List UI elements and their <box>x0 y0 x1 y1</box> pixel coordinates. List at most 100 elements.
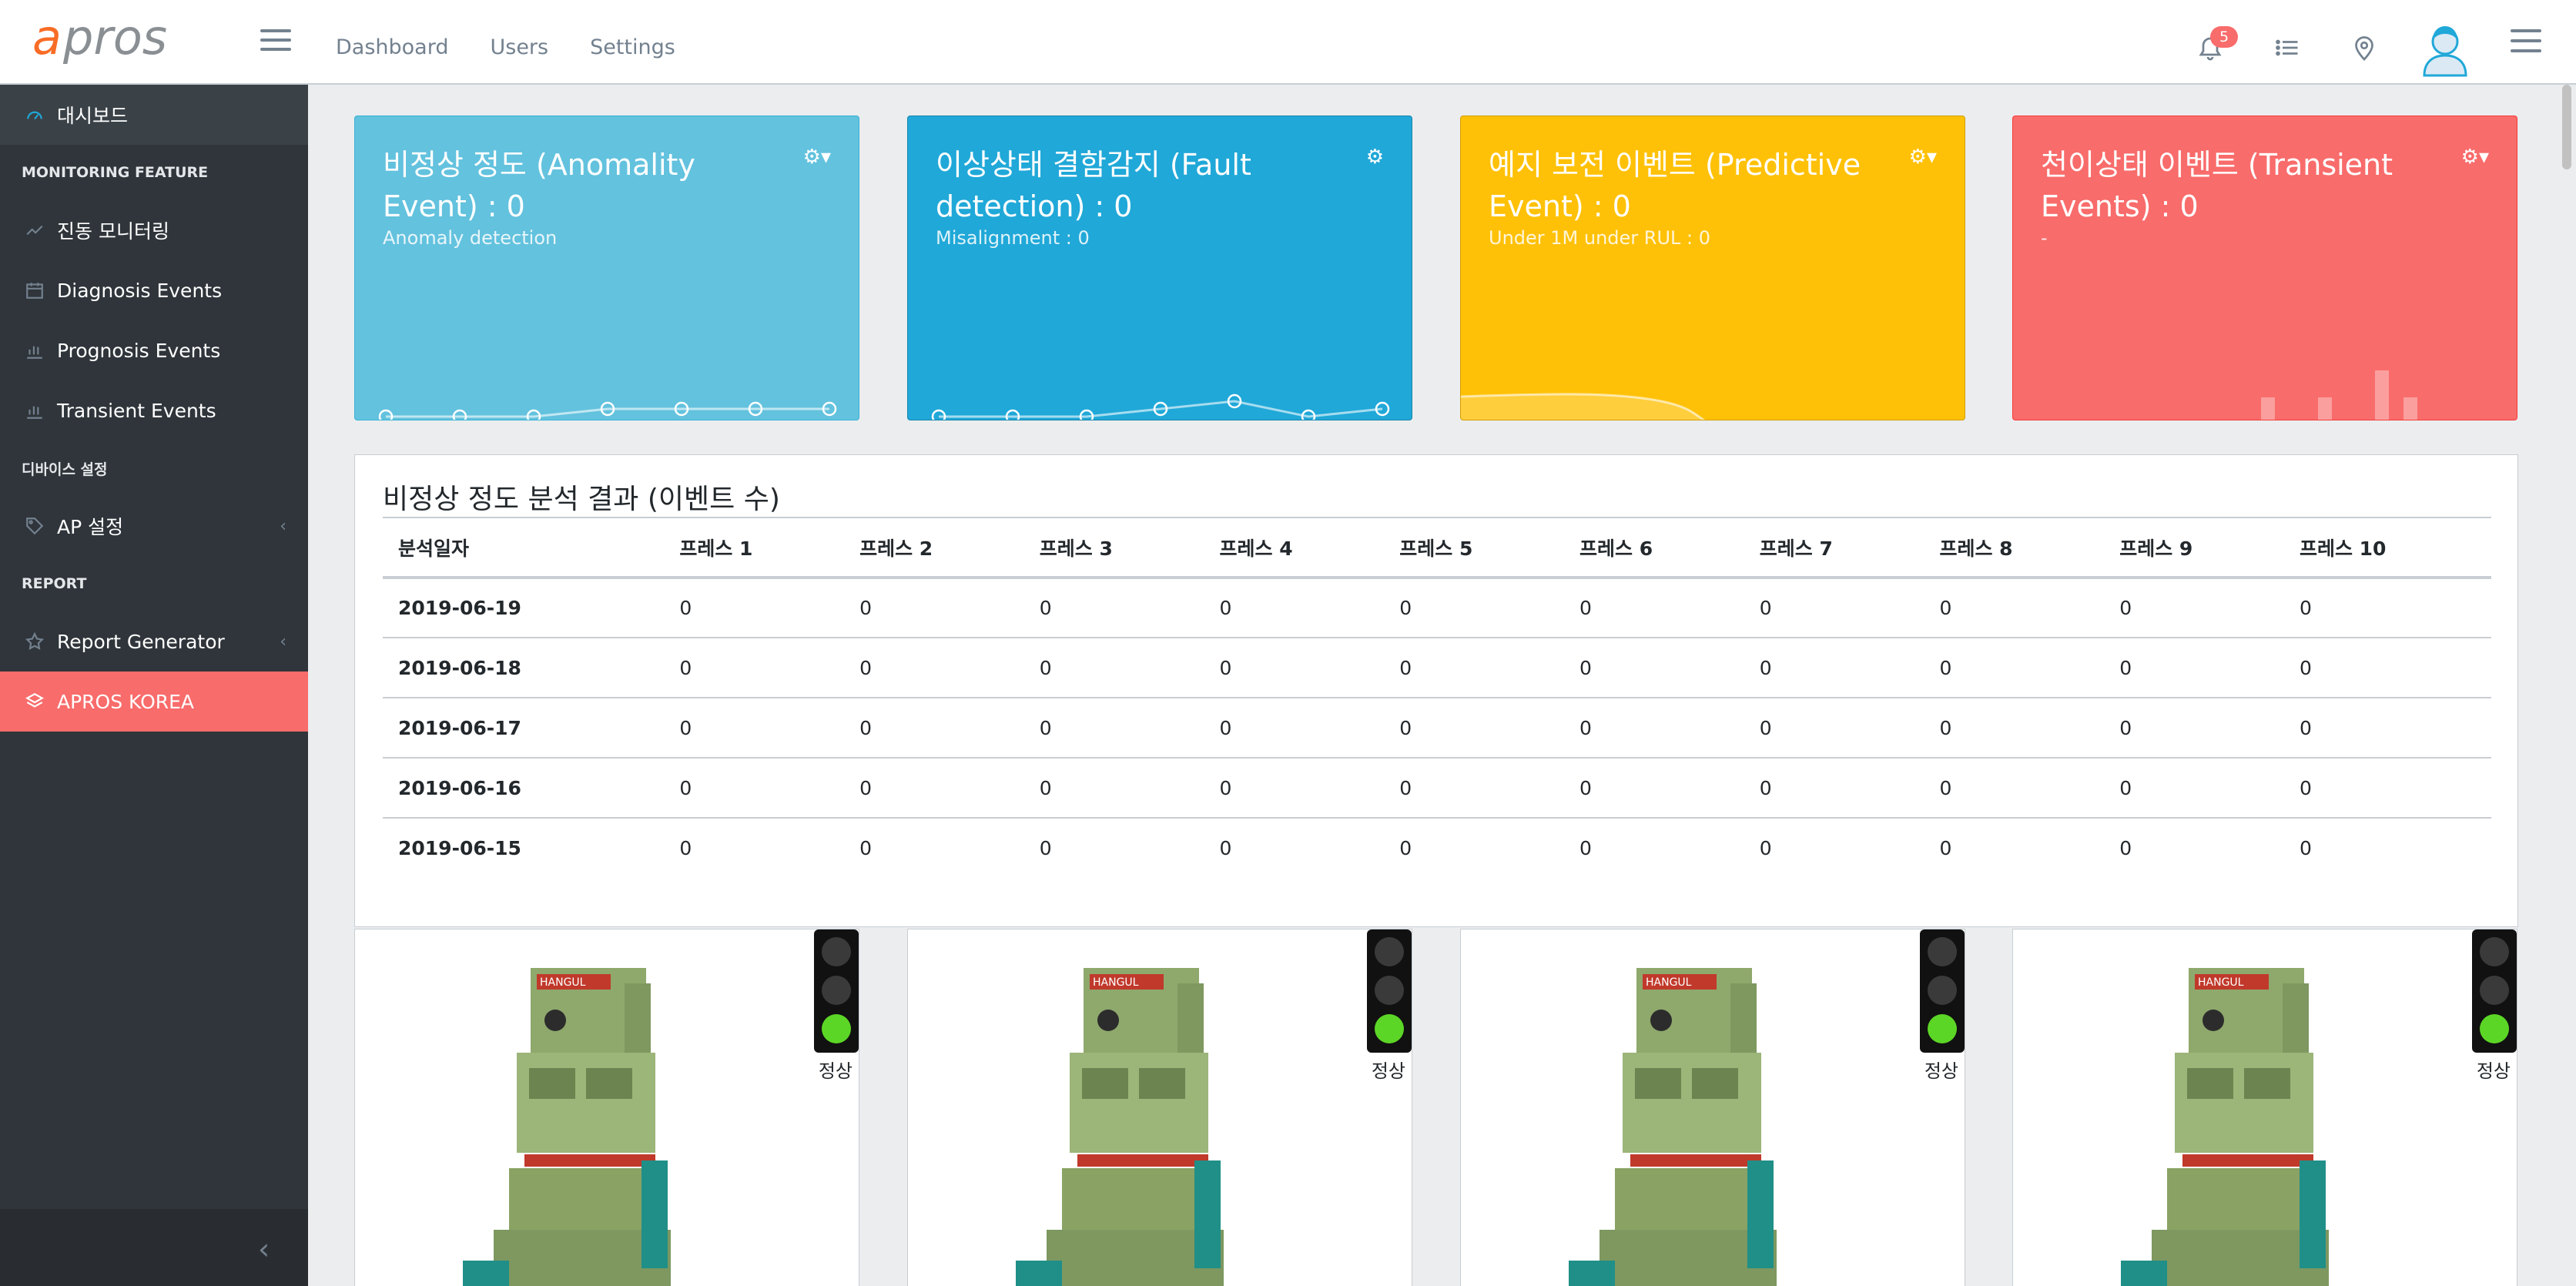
date-cell: 2019-06-19 <box>383 577 665 638</box>
event-count-cell: 0 <box>1384 637 1564 698</box>
event-count-cell: 0 <box>2104 577 2284 638</box>
event-count-cell: 0 <box>664 817 845 878</box>
event-count-cell: 0 <box>1023 697 1204 758</box>
table-header-cell: 프레스 5 <box>1384 517 1564 579</box>
sidebar-item-dashboard[interactable]: 대시보드 <box>0 85 308 145</box>
sidebar-item-prognosis-events[interactable]: Prognosis Events <box>0 320 308 380</box>
sidebar-item-apros-korea[interactable]: APROS KOREA <box>0 671 308 732</box>
sidebar-item-vibration-monitoring[interactable]: 진동 모니터링 <box>0 200 308 260</box>
date-cell: 2019-06-16 <box>383 757 665 818</box>
event-count-cell: 0 <box>2283 757 2491 818</box>
transient-event-card: 천이상태 이벤트 (Transient Events) : 0 - ⚙▾ <box>2012 116 2517 420</box>
card-subtitle: - <box>2041 227 2048 249</box>
event-count-cell: 0 <box>664 637 845 698</box>
svg-text:HANGUL: HANGUL <box>1093 976 1139 989</box>
card-title: 예지 보전 이벤트 (Predictive Event) : 0 <box>1489 148 1861 223</box>
sidebar-item-label: Transient Events <box>57 399 216 422</box>
machine-card[interactable]: HANGUL 정상 <box>2012 929 2517 1286</box>
event-count-cell: 0 <box>664 757 845 818</box>
machine-status-label: 정상 <box>1371 1060 1405 1082</box>
sidebar-item-ap-settings[interactable]: AP 설정 ‹ <box>0 496 308 556</box>
anomaly-analysis-table-card: 비정상 정도 분석 결과 (이벤트 수) 분석일자 프레스 1 프레스 2 프레스 3… <box>354 454 2518 927</box>
sidebar-section-title: 디바이스 설정 <box>22 460 108 478</box>
top-nav: Dashboard Users Settings <box>336 35 675 59</box>
gear-dropdown-icon[interactable]: ⚙▾ <box>803 146 831 169</box>
sidebar-toggle-button[interactable] <box>260 29 291 52</box>
gear-dropdown-icon[interactable]: ⚙▾ <box>1909 146 1937 169</box>
anomaly-event-card: 비정상 정도 (Anomality Event) : 0 Anomaly det… <box>354 116 859 420</box>
date-cell: 2019-06-18 <box>383 637 665 698</box>
event-count-cell: 0 <box>2104 697 2284 758</box>
bar <box>2403 397 2417 420</box>
sidebar-item-label: APROS KOREA <box>57 690 195 713</box>
event-count-cell: 0 <box>1204 757 1385 818</box>
sidebar-section-title: MONITORING FEATURE <box>22 164 209 181</box>
table-title: 비정상 정도 분석 결과 (이벤트 수) <box>383 484 780 515</box>
event-count-cell: 0 <box>2104 637 2284 698</box>
apros-logo[interactable]: a pros <box>32 9 209 68</box>
card-subtitle: Misalignment : 0 <box>936 227 1090 249</box>
event-count-cell: 0 <box>1023 577 1204 638</box>
table-row: 2019-06-19 0 0 0 0 0 0 0 0 0 0 <box>383 577 2491 638</box>
notification-badge: 5 <box>2210 26 2238 48</box>
sidebar-item-transient-events[interactable]: Transient Events <box>0 380 308 440</box>
machine-card[interactable]: HANGUL 정상 <box>354 929 859 1286</box>
gear-dropdown-icon[interactable]: ⚙▾ <box>2461 146 2489 169</box>
event-count-cell: 0 <box>1924 817 2105 878</box>
nav-users[interactable]: Users <box>490 35 548 59</box>
star-icon <box>23 630 46 653</box>
event-count-cell: 0 <box>1744 577 1924 638</box>
card-title: 천이상태 이벤트 (Transient Events) : 0 <box>2041 148 2393 223</box>
event-count-cell: 0 <box>2283 577 2491 638</box>
page-scrollbar[interactable] <box>2562 85 2571 169</box>
svg-text:HANGUL: HANGUL <box>540 976 586 989</box>
event-count-cell: 0 <box>1204 817 1385 878</box>
event-count-cell: 0 <box>1384 757 1564 818</box>
table-row: 2019-06-15 0 0 0 0 0 0 0 0 0 0 <box>383 817 2491 878</box>
list-icon[interactable] <box>2273 34 2301 62</box>
traffic-light-indicator <box>814 929 859 1053</box>
speedometer-icon <box>23 103 46 126</box>
sidebar-item-report-generator[interactable]: Report Generator ‹ <box>0 611 308 671</box>
gear-icon[interactable]: ⚙ <box>1366 146 1384 169</box>
bar <box>2318 397 2332 420</box>
user-avatar-icon[interactable] <box>2418 20 2472 77</box>
nav-settings[interactable]: Settings <box>590 35 675 59</box>
table-row: 2019-06-18 0 0 0 0 0 0 0 0 0 0 <box>383 637 2491 698</box>
event-count-cell: 0 <box>1564 757 1744 818</box>
nav-dashboard[interactable]: Dashboard <box>336 35 448 59</box>
table-header-cell: 프레스 10 <box>2283 517 2491 579</box>
calendar-icon <box>23 279 46 302</box>
sidebar-item-label: 진동 모니터링 <box>57 220 169 243</box>
machine-card[interactable]: HANGUL 정상 <box>907 929 1412 1286</box>
event-count-cell: 0 <box>1744 817 1924 878</box>
press-machine-image: HANGUL <box>1016 968 1224 1286</box>
aside-menu-button[interactable] <box>2511 29 2541 54</box>
event-count-cell: 0 <box>844 637 1024 698</box>
sidebar-item-diagnosis-events[interactable]: Diagnosis Events <box>0 260 308 320</box>
table-header-cell: 프레스 1 <box>664 517 845 579</box>
svg-text:HANGUL: HANGUL <box>2198 976 2244 989</box>
event-count-cell: 0 <box>664 697 845 758</box>
event-count-cell: 0 <box>844 697 1024 758</box>
table-header-cell: 프레스 3 <box>1023 517 1204 579</box>
layers-icon <box>23 690 46 713</box>
svg-text:HANGUL: HANGUL <box>1646 976 1692 989</box>
table-row: 2019-06-17 0 0 0 0 0 0 0 0 0 0 <box>383 697 2491 758</box>
sidebar: 대시보드 MONITORING FEATURE 진동 모니터링 Diagnosi… <box>0 85 308 1286</box>
event-count-cell: 0 <box>2104 817 2284 878</box>
event-count-cell: 0 <box>1564 697 1744 758</box>
event-count-cell: 0 <box>844 817 1024 878</box>
machine-card[interactable]: HANGUL 정상 <box>1460 929 1965 1286</box>
sidebar-minimizer-button[interactable]: ‹ <box>0 1209 308 1286</box>
press-machine-image: HANGUL <box>1569 968 1777 1286</box>
event-count-cell: 0 <box>2104 757 2284 818</box>
predictive-event-card: 예지 보전 이벤트 (Predictive Event) : 0 Under 1… <box>1460 116 1965 420</box>
sidebar-section-title: REPORT <box>22 575 87 592</box>
trend-icon <box>23 219 46 242</box>
machine-status-label: 정상 <box>2476 1060 2511 1082</box>
tag-icon <box>23 514 46 538</box>
card-area-chart <box>1461 393 1706 420</box>
location-pin-icon[interactable] <box>2350 34 2378 62</box>
bar-chart-icon <box>23 399 46 422</box>
